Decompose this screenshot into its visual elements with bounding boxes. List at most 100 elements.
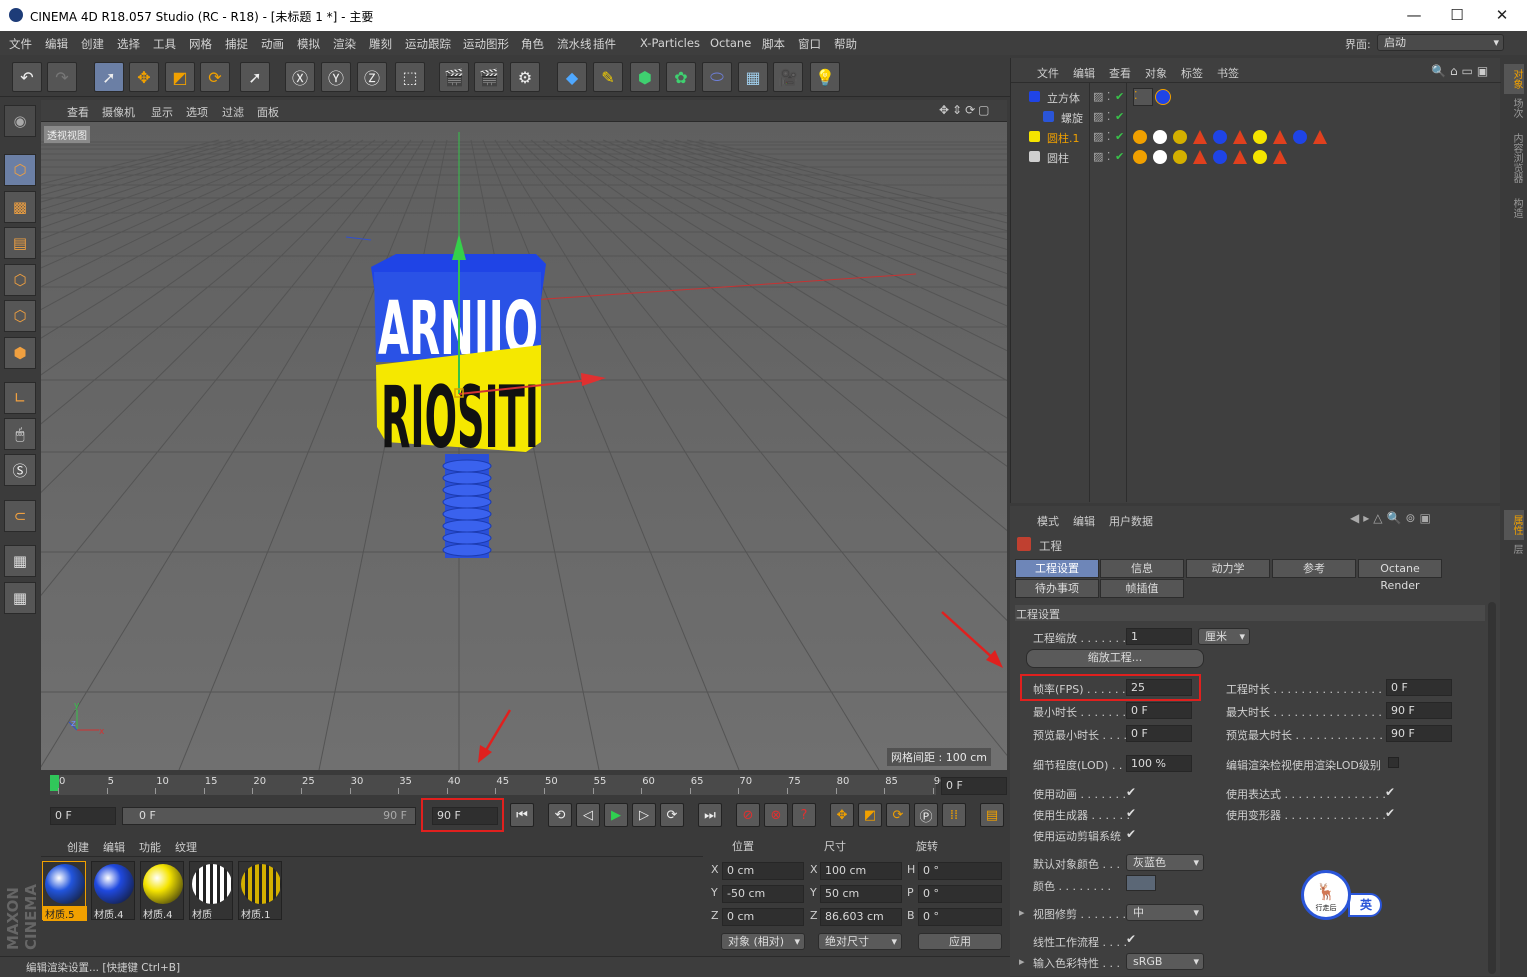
play-icon[interactable]: ▶ bbox=[604, 803, 628, 827]
model-mode-icon[interactable]: ⬡ bbox=[4, 154, 36, 186]
floor-icon[interactable]: ▦ bbox=[738, 62, 768, 92]
maximize-button[interactable]: ☐ bbox=[1437, 4, 1477, 26]
visibility-icon[interactable]: ▨ ⁚ bbox=[1093, 110, 1110, 123]
tweak-mode-icon[interactable]: 🖱 bbox=[4, 418, 36, 450]
menu-item-15[interactable]: 插件 bbox=[593, 36, 616, 52]
object-row[interactable]: 圆柱.1 ▨ ⁚ ✔ bbox=[1011, 128, 1501, 147]
rotation-field[interactable]: 0 ° bbox=[918, 885, 1002, 903]
cube-icon[interactable]: ◆ bbox=[557, 62, 587, 92]
object-menu-5[interactable]: 书签 bbox=[1217, 65, 1239, 81]
planar-workplane-icon[interactable]: ▦ bbox=[4, 582, 36, 614]
menu-item-5[interactable]: 网格 bbox=[189, 36, 212, 52]
attribute-menu-2[interactable]: 用户数据 bbox=[1109, 513, 1153, 529]
material-menu-3[interactable]: 纹理 bbox=[175, 839, 197, 855]
cloner-icon[interactable]: ✿ bbox=[666, 62, 696, 92]
menu-item-17[interactable]: Octane bbox=[710, 36, 751, 50]
material-tag-icon[interactable] bbox=[1253, 130, 1267, 144]
layout-select[interactable]: 启动 ▾ bbox=[1377, 34, 1504, 51]
material-tag-icon[interactable] bbox=[1155, 89, 1171, 105]
axis-mode-icon[interactable]: ∟ bbox=[4, 382, 36, 414]
render-view-icon[interactable]: 🎬 bbox=[439, 62, 469, 92]
current-frame-field[interactable]: 0 F bbox=[941, 777, 1007, 795]
enabled-check-icon[interactable]: ✔ bbox=[1115, 110, 1124, 123]
material-swatch[interactable]: 材质.5 bbox=[42, 861, 87, 921]
perspective-viewport[interactable]: ARNIIO RIOSITI xzy 透视视图 网格间距 : 100 cm bbox=[41, 122, 1007, 770]
material-tag-icon[interactable] bbox=[1173, 130, 1187, 144]
object-menu-0[interactable]: 文件 bbox=[1037, 65, 1059, 81]
menu-item-9[interactable]: 渲染 bbox=[333, 36, 356, 52]
viewport-menu-0[interactable]: 查看 bbox=[67, 104, 89, 120]
x-axis-icon[interactable]: Ⓧ bbox=[285, 62, 315, 92]
pen-icon[interactable]: ✎ bbox=[593, 62, 623, 92]
position-field[interactable]: 0 cm bbox=[722, 862, 804, 880]
timeline-window-icon[interactable]: ▤ bbox=[980, 803, 1004, 827]
key-rotation-icon[interactable]: ⟳ bbox=[886, 803, 910, 827]
scale-unit-select[interactable]: 厘米 ▾ bbox=[1198, 628, 1250, 645]
edges-mode-icon[interactable]: ⬡ bbox=[4, 300, 36, 332]
menu-item-2[interactable]: 创建 bbox=[81, 36, 104, 52]
menu-item-14[interactable]: 流水线 bbox=[557, 36, 592, 52]
subdivision-icon[interactable]: ⬢ bbox=[630, 62, 660, 92]
position-field[interactable]: -50 cm bbox=[722, 885, 804, 903]
render-picture-icon[interactable]: 🎬 bbox=[474, 62, 504, 92]
tab-2[interactable]: 动力学 bbox=[1186, 559, 1270, 578]
menu-item-19[interactable]: 窗口 bbox=[798, 36, 821, 52]
object-name[interactable]: 立方体 bbox=[1047, 90, 1080, 106]
menu-item-10[interactable]: 雕刻 bbox=[369, 36, 392, 52]
rotation-field[interactable]: 0 ° bbox=[918, 862, 1002, 880]
input-color-select[interactable]: sRGB ▾ bbox=[1126, 953, 1204, 970]
ime-indicator[interactable]: 英 bbox=[1348, 893, 1382, 917]
workplane-mode-icon[interactable]: ▤ bbox=[4, 227, 36, 259]
start-frame-field[interactable]: 0 F bbox=[50, 807, 116, 825]
attribute-menu-0[interactable]: 模式 bbox=[1037, 513, 1059, 529]
enabled-check-icon[interactable]: ✔ bbox=[1115, 130, 1124, 143]
use-animation-checkbox[interactable]: ✔ bbox=[1126, 786, 1139, 799]
object-name[interactable]: 圆柱.1 bbox=[1047, 130, 1080, 146]
material-tag-icon[interactable] bbox=[1133, 150, 1147, 164]
go-to-end-icon[interactable]: ⏭ bbox=[698, 803, 722, 827]
tag-icon[interactable]: ⁚ bbox=[1133, 88, 1153, 106]
menu-item-12[interactable]: 运动图形 bbox=[463, 36, 509, 52]
material-tag-icon[interactable] bbox=[1233, 150, 1247, 164]
minimize-button[interactable]: — bbox=[1394, 4, 1434, 26]
key-scale-icon[interactable]: ◩ bbox=[858, 803, 882, 827]
attribute-scrollbar[interactable] bbox=[1488, 602, 1496, 974]
material-tag-icon[interactable] bbox=[1253, 150, 1267, 164]
next-frame-icon[interactable]: ▷ bbox=[632, 803, 656, 827]
menu-item-18[interactable]: 脚本 bbox=[762, 36, 785, 52]
material-swatch[interactable]: 材质.4 bbox=[140, 861, 184, 921]
go-to-start-icon[interactable]: ⏮ bbox=[510, 803, 534, 827]
rotate-tool-icon[interactable]: ⟳ bbox=[200, 62, 230, 92]
viewport-menu-2[interactable]: 显示 bbox=[151, 104, 173, 120]
end-frame-field[interactable]: 90 F bbox=[432, 807, 498, 825]
redo-icon[interactable]: ↷ bbox=[47, 62, 77, 92]
tab-1[interactable]: 信息 bbox=[1100, 559, 1184, 578]
use-deformers-checkbox[interactable]: ✔ bbox=[1385, 807, 1398, 820]
viewport-menu-1[interactable]: 摄像机 bbox=[102, 104, 135, 120]
material-tag-icon[interactable] bbox=[1293, 130, 1307, 144]
object-row[interactable]: 圆柱 ▨ ⁚ ✔ bbox=[1011, 148, 1501, 167]
coord-mode-select[interactable]: 对象 (相对) ▾ bbox=[721, 933, 805, 950]
next-key-icon[interactable]: ⟳ bbox=[660, 803, 684, 827]
menu-item-20[interactable]: 帮助 bbox=[834, 36, 857, 52]
scale-tool-icon[interactable]: ◩ bbox=[165, 62, 195, 92]
material-tag-icon[interactable] bbox=[1233, 130, 1247, 144]
material-tag-icon[interactable] bbox=[1213, 130, 1227, 144]
camera-icon[interactable]: 🎥 bbox=[773, 62, 803, 92]
material-menu-2[interactable]: 功能 bbox=[139, 839, 161, 855]
snap-icon[interactable]: Ⓢ bbox=[4, 454, 36, 486]
menu-item-4[interactable]: 工具 bbox=[153, 36, 176, 52]
size-field[interactable]: 86.603 cm bbox=[820, 908, 902, 926]
apply-button[interactable]: 应用 bbox=[918, 933, 1002, 950]
max-time-field[interactable]: 90 F bbox=[1386, 702, 1452, 719]
use-expressions-checkbox[interactable]: ✔ bbox=[1385, 786, 1398, 799]
position-field[interactable]: 0 cm bbox=[722, 908, 804, 926]
color-swatch[interactable] bbox=[1126, 875, 1156, 891]
material-tag-icon[interactable] bbox=[1193, 130, 1207, 144]
tab-row2-0[interactable]: 待办事项 bbox=[1015, 579, 1099, 598]
tab-takes[interactable]: 场次 bbox=[1504, 98, 1524, 126]
material-tag-icon[interactable] bbox=[1153, 130, 1167, 144]
menu-item-6[interactable]: 捕捉 bbox=[225, 36, 248, 52]
menu-item-3[interactable]: 选择 bbox=[117, 36, 140, 52]
timeline-ruler[interactable]: 051015202530354045505560657075808590 0 F bbox=[41, 772, 1007, 798]
